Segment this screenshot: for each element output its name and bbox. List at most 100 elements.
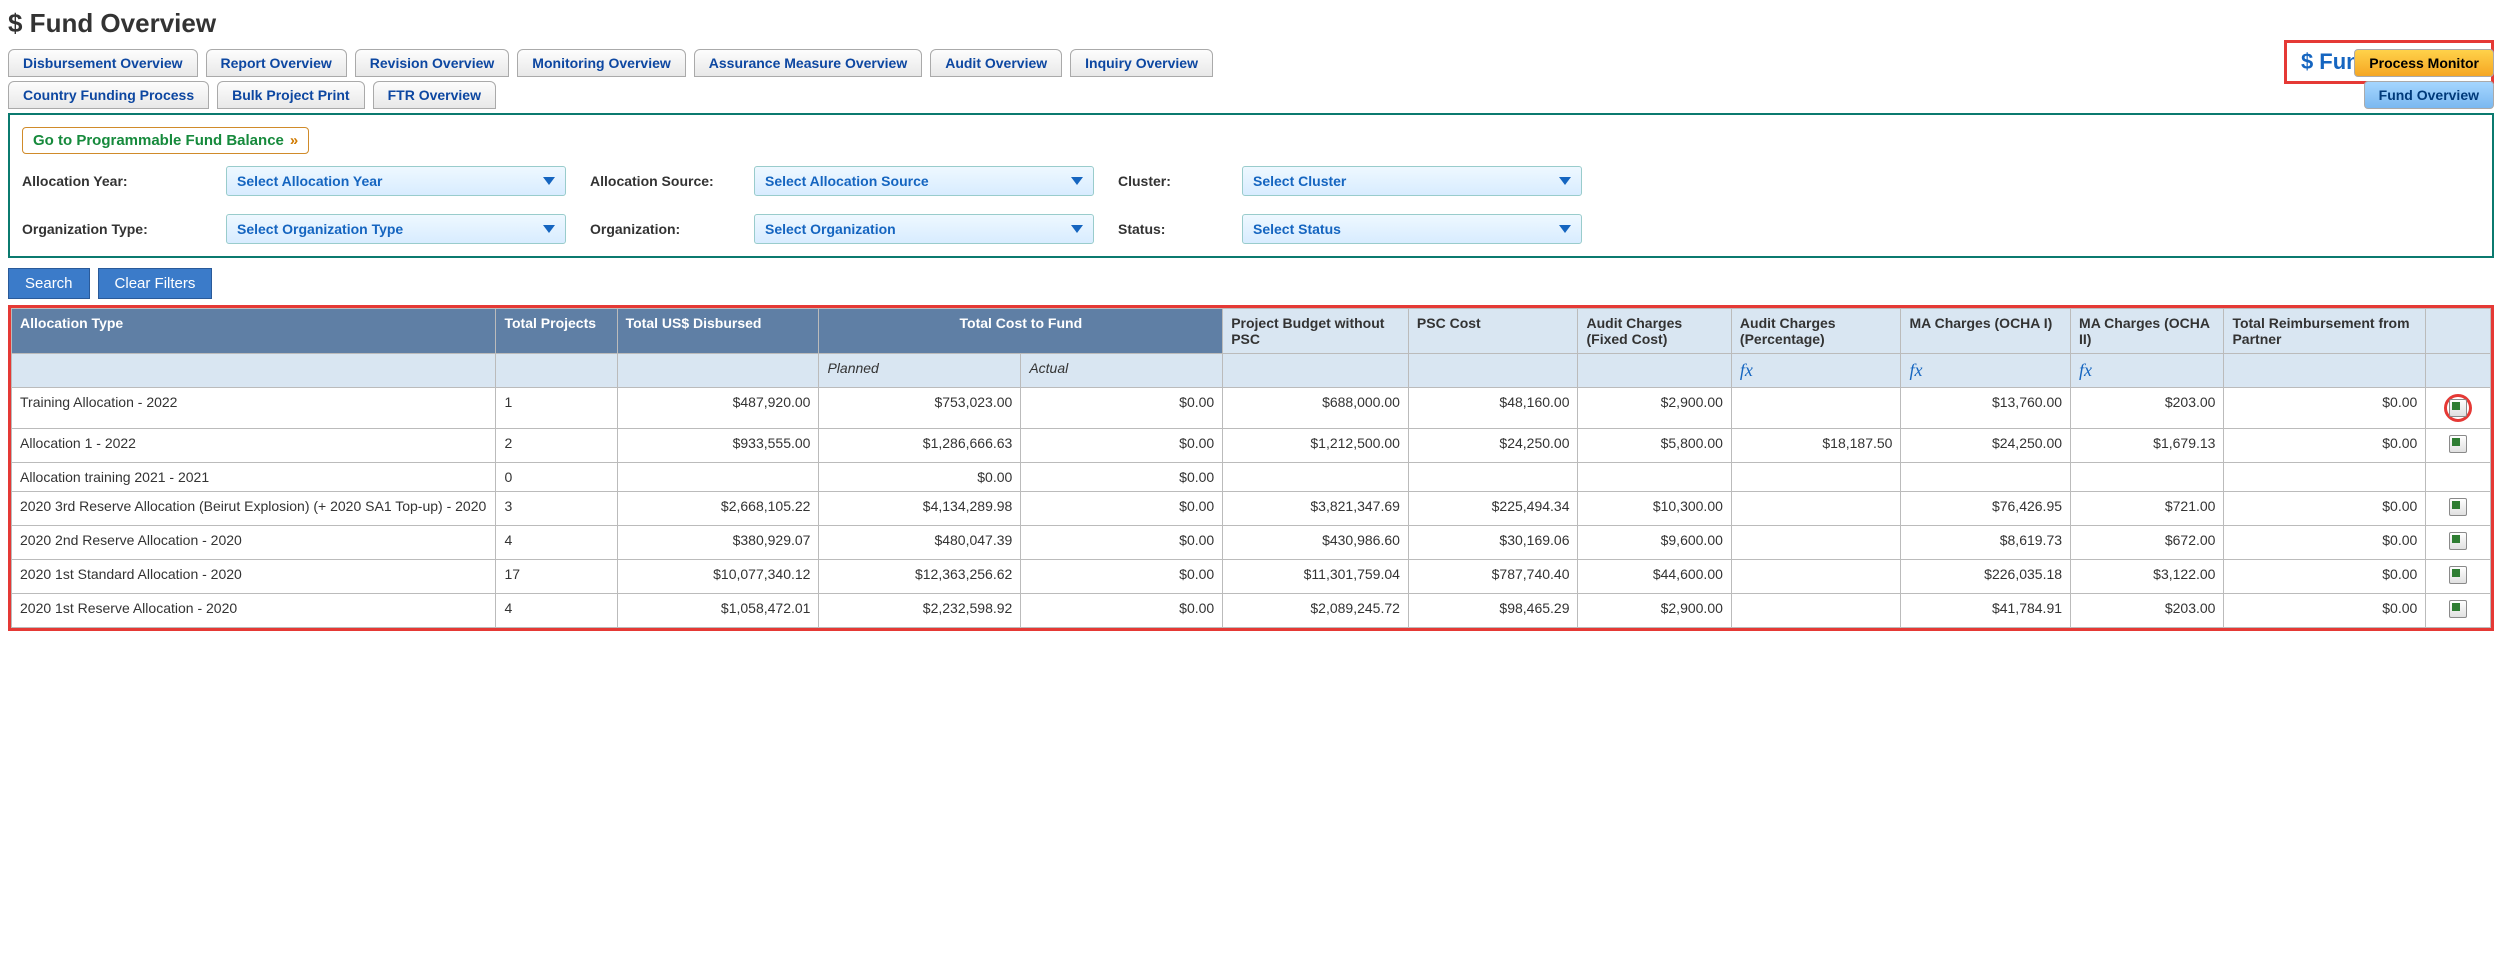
tab-disbursement-overview[interactable]: Disbursement Overview: [8, 49, 198, 77]
cell: $0.00: [2224, 560, 2426, 594]
cell: $48,160.00: [1408, 388, 1578, 429]
cluster-value: Select Cluster: [1253, 173, 1346, 189]
cell: $11,301,759.04: [1223, 560, 1409, 594]
th-icon: [2426, 309, 2491, 354]
clear-filters-button[interactable]: Clear Filters: [98, 268, 213, 299]
cell: [1731, 463, 1901, 492]
chevron-down-icon: [1071, 177, 1083, 185]
chevron-down-icon: [543, 177, 555, 185]
th-audit-pct[interactable]: Audit Charges (Percentage): [1731, 309, 1901, 354]
allocation-table: Allocation Type Total Projects Total US$…: [11, 308, 2491, 628]
allocation-year-value: Select Allocation Year: [237, 173, 383, 189]
cell: $0.00: [1021, 463, 1223, 492]
export-cell: [2426, 492, 2491, 526]
process-monitor-pill[interactable]: Process Monitor: [2354, 49, 2494, 77]
allocation-source-select[interactable]: Select Allocation Source: [754, 166, 1094, 196]
tab-bulk-project-print[interactable]: Bulk Project Print: [217, 81, 364, 109]
tab-report-overview[interactable]: Report Overview: [206, 49, 347, 77]
allocation-source-label: Allocation Source:: [590, 173, 730, 189]
th-ma2[interactable]: MA Charges (OCHA II): [2071, 309, 2224, 354]
table-row: 2020 3rd Reserve Allocation (Beirut Expl…: [12, 492, 2491, 526]
search-button[interactable]: Search: [8, 268, 90, 299]
export-cell: [2426, 463, 2491, 492]
cell: $2,089,245.72: [1223, 594, 1409, 628]
excel-export-icon[interactable]: [2449, 532, 2467, 550]
cell: $44,600.00: [1578, 560, 1731, 594]
tab-ftr-overview[interactable]: FTR Overview: [373, 81, 496, 109]
cell: Allocation training 2021 - 2021: [12, 463, 496, 492]
organization-type-select[interactable]: Select Organization Type: [226, 214, 566, 244]
export-highlight: [2444, 394, 2472, 422]
fx-icon[interactable]: fx: [2071, 354, 2224, 388]
th-ma1[interactable]: MA Charges (OCHA I): [1901, 309, 2071, 354]
cell: $0.00: [2224, 429, 2426, 463]
excel-export-icon[interactable]: [2449, 566, 2467, 584]
allocation-source-value: Select Allocation Source: [765, 173, 929, 189]
organization-type-value: Select Organization Type: [237, 221, 403, 237]
cell: $30,169.06: [1408, 526, 1578, 560]
th-psc-cost[interactable]: PSC Cost: [1408, 309, 1578, 354]
cell: $933,555.00: [617, 429, 819, 463]
fx-icon[interactable]: fx: [1731, 354, 1901, 388]
cell: $3,821,347.69: [1223, 492, 1409, 526]
excel-export-icon[interactable]: [2449, 600, 2467, 618]
cell: $0.00: [1021, 492, 1223, 526]
organization-select[interactable]: Select Organization: [754, 214, 1094, 244]
table-row: Training Allocation - 20221$487,920.00$7…: [12, 388, 2491, 429]
cell: $0.00: [1021, 388, 1223, 429]
cell: 1: [496, 388, 617, 429]
cell: $0.00: [2224, 388, 2426, 429]
fx-icon[interactable]: fx: [1901, 354, 2071, 388]
export-cell: [2426, 429, 2491, 463]
cluster-select[interactable]: Select Cluster: [1242, 166, 1582, 196]
cell: $2,900.00: [1578, 388, 1731, 429]
th-audit-fixed[interactable]: Audit Charges (Fixed Cost): [1578, 309, 1731, 354]
tab-country-funding-process[interactable]: Country Funding Process: [8, 81, 209, 109]
th-total-cost[interactable]: Total Cost to Fund: [819, 309, 1223, 354]
go-link-label: Go to Programmable Fund Balance: [33, 132, 284, 149]
cell: $41,784.91: [1901, 594, 2071, 628]
cell: [1731, 560, 1901, 594]
tab-revision-overview[interactable]: Revision Overview: [355, 49, 510, 77]
cell: $225,494.34: [1408, 492, 1578, 526]
status-select[interactable]: Select Status: [1242, 214, 1582, 244]
cell: $0.00: [1021, 429, 1223, 463]
cell: $226,035.18: [1901, 560, 2071, 594]
excel-export-icon[interactable]: [2449, 399, 2467, 417]
table-row: Allocation training 2021 - 20210$0.00$0.…: [12, 463, 2491, 492]
export-cell: [2426, 560, 2491, 594]
tab-monitoring-overview[interactable]: Monitoring Overview: [517, 49, 685, 77]
th-total-disbursed[interactable]: Total US$ Disbursed: [617, 309, 819, 354]
cell: [1901, 463, 2071, 492]
cell: $480,047.39: [819, 526, 1021, 560]
organization-type-label: Organization Type:: [22, 221, 202, 237]
export-cell: [2426, 526, 2491, 560]
cell: $1,058,472.01: [617, 594, 819, 628]
cell: $8,619.73: [1901, 526, 2071, 560]
tab-inquiry-overview[interactable]: Inquiry Overview: [1070, 49, 1213, 77]
th-project-budget[interactable]: Project Budget without PSC: [1223, 309, 1409, 354]
cell: $0.00: [2224, 526, 2426, 560]
go-programmable-fund-link[interactable]: Go to Programmable Fund Balance »: [22, 127, 309, 154]
cell: [1731, 526, 1901, 560]
cell: $9,600.00: [1578, 526, 1731, 560]
th-reimbursement[interactable]: Total Reimbursement from Partner: [2224, 309, 2426, 354]
cell: $753,023.00: [819, 388, 1021, 429]
excel-export-icon[interactable]: [2449, 435, 2467, 453]
excel-export-icon[interactable]: [2449, 498, 2467, 516]
allocation-year-select[interactable]: Select Allocation Year: [226, 166, 566, 196]
cell: $24,250.00: [1408, 429, 1578, 463]
table-row: 2020 1st Reserve Allocation - 20204$1,05…: [12, 594, 2491, 628]
export-cell: [2426, 594, 2491, 628]
cell: $203.00: [2071, 388, 2224, 429]
tab-assurance-measure-overview[interactable]: Assurance Measure Overview: [694, 49, 922, 77]
th-total-projects[interactable]: Total Projects: [496, 309, 617, 354]
fund-overview-pill[interactable]: Fund Overview: [2364, 81, 2494, 109]
cell: $0.00: [2224, 492, 2426, 526]
allocation-year-label: Allocation Year:: [22, 173, 202, 189]
tab-audit-overview[interactable]: Audit Overview: [930, 49, 1062, 77]
cell: [1223, 463, 1409, 492]
cell: 2020 3rd Reserve Allocation (Beirut Expl…: [12, 492, 496, 526]
cell: 2020 1st Reserve Allocation - 2020: [12, 594, 496, 628]
th-allocation-type[interactable]: Allocation Type: [12, 309, 496, 354]
